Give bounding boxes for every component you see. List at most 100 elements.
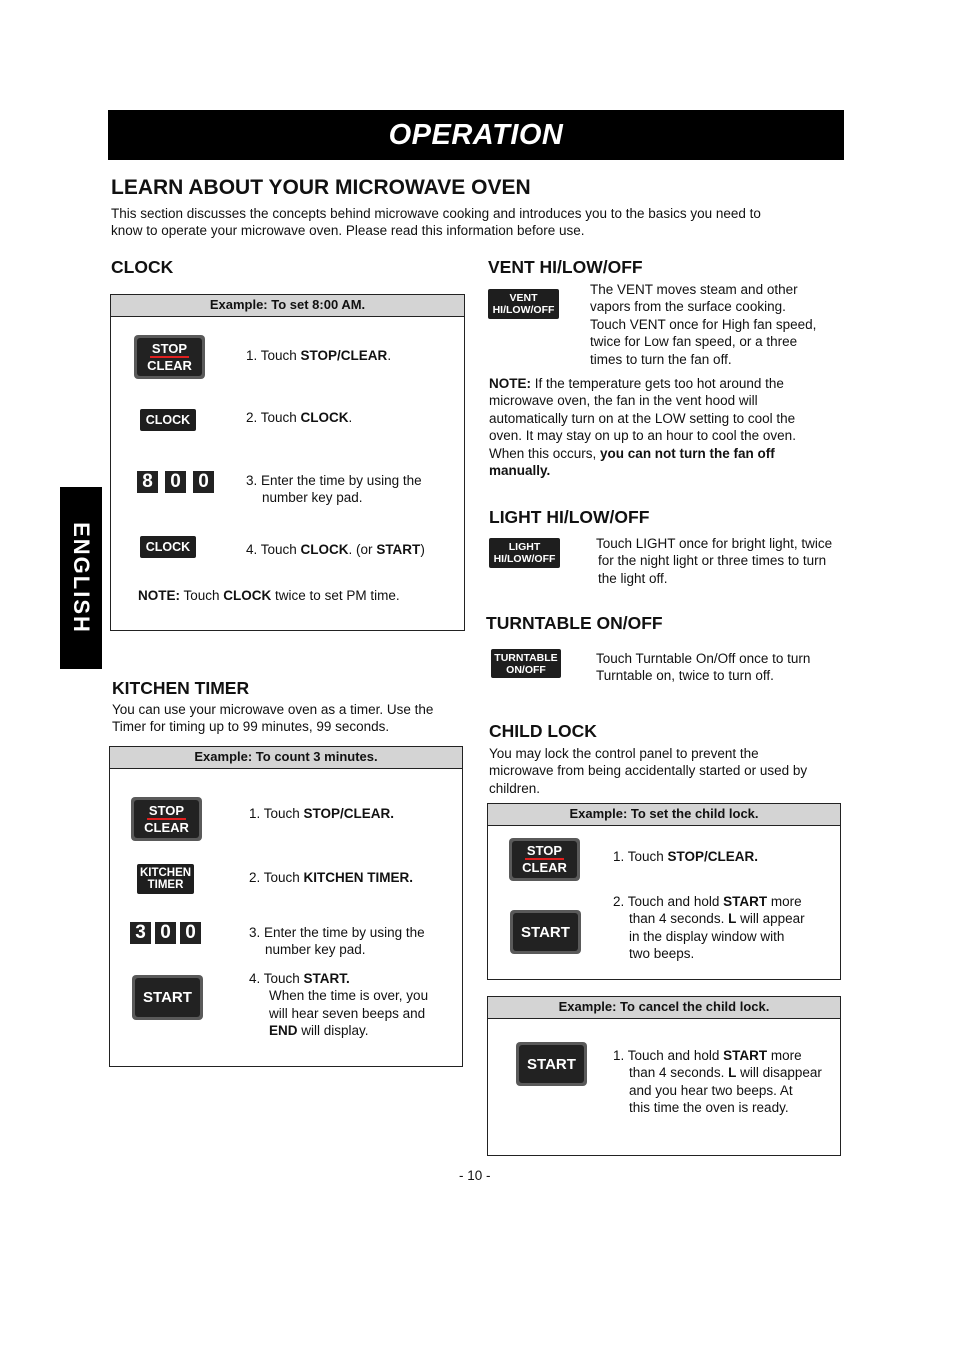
text-span: twice to set PM time. [271, 588, 400, 603]
operation-banner: OPERATION [108, 110, 844, 160]
clock-step-2: 2. Touch CLOCK. [246, 409, 352, 426]
text-span: in the display window with [629, 928, 785, 944]
light-title: LIGHT HI/LOW/OFF [489, 507, 650, 527]
text-span: ) [420, 542, 425, 557]
text-span: STOP/CLEAR [300, 348, 388, 363]
text-span: for the night light or three times to tu… [598, 553, 827, 569]
turntable-desc: Touch Turntable On/Off once to turn Turn… [596, 650, 810, 685]
stop-clear-button: STOP CLEAR [131, 797, 202, 841]
clock-step-4: 4. Touch CLOCK. (or START) [246, 541, 425, 558]
side-tab-label: ENGLISH [69, 522, 94, 634]
text-span: this time the oven is ready. [629, 1100, 789, 1116]
start-button: START [510, 910, 581, 954]
kitchen-timer-step-3: 3. Enter the time by using the number ke… [249, 924, 425, 959]
text-span: 4. Touch [246, 542, 301, 557]
clock-button: CLOCK [140, 409, 196, 431]
child-lock-cancel-example-title: Example: To cancel the child lock. [488, 997, 840, 1019]
text-span: HI/LOW/OFF [493, 553, 556, 565]
child-lock-set-example-box: Example: To set the child lock. STOP CLE… [487, 803, 841, 980]
text-span: than 4 seconds. [629, 1065, 729, 1081]
text-span: 3. Enter the time by using the [249, 925, 425, 940]
text-span: times to turn the fan off. [590, 351, 732, 367]
text-span: 1. Touch [249, 806, 304, 821]
text-span: When the time is over, you [269, 988, 429, 1004]
text-span: KITCHEN [139, 867, 192, 879]
stop-label: STOP [149, 340, 190, 358]
text-span: HI/LOW/OFF [492, 304, 555, 316]
digit-key: 8 [137, 471, 158, 493]
intro-text-line: know to operate your microwave oven. Ple… [111, 223, 585, 239]
digit-keys: 3 0 0 [130, 922, 201, 944]
text-span: Touch LIGHT once for bright light, twice [596, 536, 833, 551]
text-span: will appear [736, 911, 805, 927]
text-span: Touch VENT once for High fan speed, [590, 316, 817, 332]
text-span: LIGHT [508, 541, 541, 553]
clock-example-box: Example: To set 8:00 AM. STOP CLEAR 1. T… [110, 294, 465, 631]
text-span: microwave oven, the fan in the vent hood… [489, 393, 758, 409]
digit-key: 0 [165, 471, 186, 493]
child-lock-cancel-step-1: 1. Touch and hold START more than 4 seco… [613, 1047, 822, 1117]
stop-label: STOP [524, 843, 565, 860]
start-label: START [527, 1055, 576, 1073]
text-span: If the temperature gets too hot around t… [531, 376, 784, 391]
text-span: START. [303, 971, 350, 986]
text-span: When this occurs, [489, 445, 601, 461]
text-span: NOTE: [489, 376, 531, 391]
text-span: . [348, 410, 353, 425]
turntable-title: TURNTABLE ON/OFF [486, 613, 663, 633]
text-span: will disappear [736, 1065, 822, 1081]
text-span: CLOCK [300, 542, 349, 557]
text-span: two beeps. [629, 946, 695, 962]
text-span: and you hear two beeps. At [629, 1082, 793, 1098]
text-span: will display. [297, 1023, 369, 1039]
text-span: START [376, 542, 421, 557]
text-span: START [723, 894, 768, 909]
kitchen-timer-example-box: Example: To count 3 minutes. STOP CLEAR … [109, 746, 463, 1067]
kitchen-timer-title: KITCHEN TIMER [112, 678, 250, 698]
clock-title: CLOCK [111, 257, 174, 277]
text-span: Turntable on, twice to turn off. [596, 668, 774, 684]
text-span: KITCHEN TIMER. [303, 870, 414, 885]
text-span: manually. [489, 463, 551, 479]
start-label: START [521, 923, 570, 941]
light-button: LIGHT HI/LOW/OFF [489, 538, 560, 568]
text-span: Touch Turntable On/Off once to turn [596, 651, 811, 666]
text-span: number key pad. [265, 942, 366, 958]
text-span: STOP/CLEAR. [303, 806, 395, 821]
text-span: will hear seven beeps and [269, 1005, 426, 1021]
text-span: STOP/CLEAR. [667, 849, 759, 864]
turntable-button: TURNTABLE ON/OFF [491, 649, 561, 678]
language-side-tab: ENGLISH [60, 487, 102, 669]
text-span: more [767, 1048, 802, 1063]
digit-key: 0 [155, 922, 176, 944]
vent-title: VENT HI/LOW/OFF [488, 257, 643, 277]
text-span: TURNTABLE [494, 651, 558, 664]
text-span: children. [489, 780, 541, 796]
clear-label: CLEAR [147, 357, 192, 373]
text-span: TIMER [147, 879, 184, 891]
text-span: twice for Low fan speed, or a three [590, 334, 798, 350]
text-span: 1. Touch [613, 849, 668, 864]
text-span: 4. Touch [249, 971, 304, 986]
child-lock-set-step-1: 1. Touch STOP/CLEAR. [613, 848, 758, 865]
page-number: - 10 - [459, 1168, 491, 1183]
child-lock-set-step-2: 2. Touch and hold START more than 4 seco… [613, 893, 805, 963]
start-button: START [132, 975, 203, 1020]
vent-button: VENT HI/LOW/OFF [488, 289, 559, 319]
stop-clear-button: STOP CLEAR [134, 335, 205, 379]
clear-label: CLEAR [522, 860, 567, 875]
text-span: vapors from the surface cooking. [590, 299, 786, 315]
text-span: CLOCK [300, 410, 349, 425]
clock-step-3: 3. Enter the time by using the number ke… [246, 472, 422, 507]
text-span: You can use your microwave oven as a tim… [112, 702, 434, 717]
text-span: more [767, 894, 802, 909]
text-span: number key pad. [262, 490, 363, 506]
kitchen-timer-step-4: 4. Touch START. When the time is over, y… [249, 970, 428, 1040]
digit-key: 0 [193, 471, 214, 493]
start-label: START [143, 989, 192, 1006]
child-lock-cancel-example-box: Example: To cancel the child lock. START… [487, 996, 841, 1156]
vent-desc: The VENT moves steam and other vapors fr… [590, 281, 816, 368]
digit-key: 3 [130, 922, 151, 944]
text-span: 1. Touch and hold [613, 1048, 724, 1063]
child-lock-desc: You may lock the control panel to preven… [489, 745, 807, 797]
